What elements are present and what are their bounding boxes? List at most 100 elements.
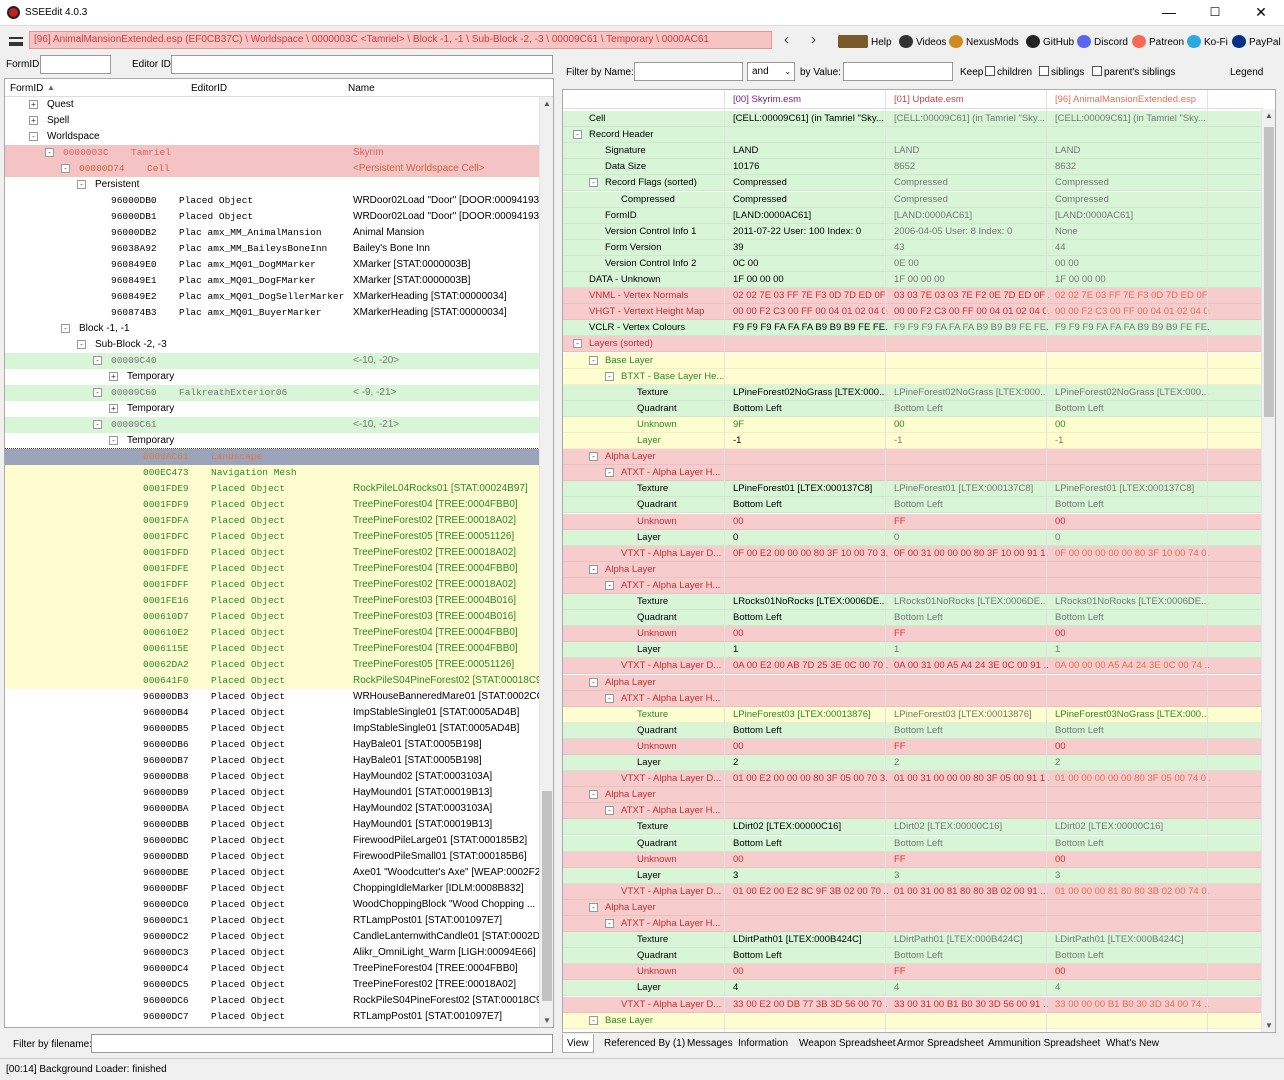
view-row[interactable]: Version Control Info 2 0C 00 0E 00 00 00 bbox=[563, 255, 1263, 272]
view-cell-2[interactable]: 0 bbox=[894, 530, 1049, 546]
view-row[interactable]: DATA - Unknown 1F 00 00 00 1F 00 00 00 1F 0… bbox=[563, 272, 1263, 288]
col-formid[interactable]: FormID bbox=[10, 83, 43, 94]
view-row[interactable]: - Base Layer bbox=[563, 1012, 1263, 1029]
view-cell-3[interactable]: Bottom Left bbox=[1055, 723, 1210, 739]
view-row[interactable]: VNML - Vertex Normals 02 02 7E 03 FF 7E F… bbox=[563, 288, 1263, 305]
view-cell-2[interactable]: Bottom Left bbox=[894, 401, 1049, 417]
view-cell-1[interactable]: 00 bbox=[733, 852, 888, 868]
view-row[interactable]: Layer 1 1 1 bbox=[563, 642, 1263, 659]
view-cell-2[interactable]: 00 bbox=[894, 417, 1049, 433]
view-cell-1[interactable]: Bottom Left bbox=[733, 836, 888, 852]
view-cell-3[interactable]: Compressed bbox=[1055, 175, 1210, 191]
view-cell-3[interactable]: LDirtPath01 [LTEX:000B424C] bbox=[1055, 932, 1210, 948]
view-cell-3[interactable]: LPineForest03NoGrass [LTEX:000... bbox=[1055, 707, 1210, 723]
view-cell-3[interactable]: 3 bbox=[1055, 868, 1210, 884]
collapse-icon[interactable]: - bbox=[45, 148, 54, 157]
view-cell-1[interactable]: 00 bbox=[733, 514, 888, 530]
view-cell-2[interactable]: Compressed bbox=[894, 175, 1049, 191]
view-cell-2[interactable]: LRocks01NoRocks [LTEX:0006DE... bbox=[894, 594, 1049, 610]
view-cell-1[interactable]: 02 02 7E 03 FF 7E F3 0D 7D ED 0F ... bbox=[733, 288, 888, 304]
view-cell-2[interactable]: Bottom Left bbox=[894, 836, 1049, 852]
tree-row[interactable]: 0006115E Placed Object TreePineForest04 [T… bbox=[5, 641, 541, 657]
tree-row[interactable]: 960849E2 Plac amx_MQ01_DogSellerMarker XMa… bbox=[5, 289, 541, 305]
maximize-button[interactable]: ☐ bbox=[1192, 0, 1238, 26]
tree-row[interactable]: - Persistent bbox=[5, 177, 541, 193]
view-cell-1[interactable]: Compressed bbox=[733, 175, 888, 191]
filter-name-input[interactable] bbox=[634, 62, 743, 81]
view-cell-2[interactable]: 0F 00 31 00 00 00 80 3F 10 00 91 1... bbox=[894, 546, 1049, 562]
view-row[interactable]: Compressed Compressed Compressed Compressed bbox=[563, 191, 1263, 208]
view-cell-2[interactable]: LAND bbox=[894, 143, 1049, 159]
view-cell-1[interactable]: LAND bbox=[733, 143, 888, 159]
view-cell-2[interactable]: 3 bbox=[894, 868, 1049, 884]
view-row[interactable]: Layer -1 -1 -1 bbox=[563, 433, 1263, 449]
collapse-icon[interactable]: - bbox=[589, 677, 598, 687]
collapse-icon[interactable]: - bbox=[589, 902, 598, 912]
tree-row[interactable]: 96000DBE Placed Object Axe01 "Woodcutter's… bbox=[5, 865, 549, 881]
tree-row[interactable]: -00009C61 <-10, -21> bbox=[5, 417, 541, 433]
tree-row[interactable]: 960874B3 Plac amx_MQ01_BuyerMarker XMarker… bbox=[5, 305, 541, 321]
tree-row[interactable]: 96000DBA Placed Object HayMound02 [STAT:00… bbox=[5, 801, 541, 817]
view-cell-3[interactable]: Bottom Left bbox=[1055, 401, 1210, 417]
toolbar-link-videos[interactable]: Videos bbox=[899, 35, 946, 48]
view-row[interactable]: - ATXT - Alpha Layer H... bbox=[563, 577, 1263, 594]
view-cell-1[interactable]: 9F bbox=[733, 417, 888, 433]
tree-row[interactable]: + Quest bbox=[5, 97, 541, 113]
view-row[interactable]: Texture LPineForest01 [LTEX:000137C8] LPin… bbox=[563, 481, 1263, 498]
collapse-icon[interactable]: - bbox=[573, 339, 582, 349]
filter-operator-select[interactable]: and ⌄ bbox=[747, 62, 795, 81]
tree-row[interactable]: 96000DBF Placed Object ChoppingIdleMarker … bbox=[5, 881, 541, 897]
view-row[interactable]: Unknown 00 FF 00 bbox=[563, 851, 1263, 868]
view-cell-2[interactable]: 33 00 31 00 B1 B0 30 3D 56 00 91 ... bbox=[894, 997, 1049, 1013]
expand-icon[interactable]: + bbox=[29, 116, 38, 125]
view-cell-1[interactable]: Bottom Left bbox=[733, 497, 888, 513]
view-cell-1[interactable]: LPineForest01 [LTEX:000137C8] bbox=[733, 481, 888, 497]
record-tree[interactable]: FormID ▲ EditorID Name + Quest + Spell - Worl… bbox=[4, 78, 554, 1028]
tree-row[interactable]: 96000DB3 Placed Object WRHouseBanneredMare… bbox=[5, 689, 552, 705]
view-cell-1[interactable]: Bottom Left bbox=[733, 401, 888, 417]
view-cell-2[interactable]: 2 bbox=[894, 755, 1049, 771]
view-cell-2[interactable]: F9 F9 F9 FA FA FA B9 B9 B9 FE FE... bbox=[894, 320, 1049, 336]
expand-icon[interactable]: + bbox=[109, 372, 118, 381]
view-cell-2[interactable]: Bottom Left bbox=[894, 723, 1049, 739]
view-cell-2[interactable]: 1F 00 00 00 bbox=[894, 272, 1049, 288]
view-cell-2[interactable]: 0A 00 31 00 A5 A4 24 3E 0C 00 91 ... bbox=[894, 658, 1049, 674]
view-row[interactable]: Signature LAND LAND LAND bbox=[563, 143, 1263, 160]
view-cell-1[interactable]: 01 00 E2 00 E2 8C 9F 3B 02 00 70 ... bbox=[733, 884, 888, 900]
view-cell-1[interactable]: 01 00 E2 00 00 00 80 3F 05 00 70 3... bbox=[733, 771, 888, 787]
view-row[interactable]: Texture LPineForest03 [LTEX:00013876] LPin… bbox=[563, 706, 1263, 723]
tree-row[interactable]: 000641F0 Placed Object RockPileS04PineFore… bbox=[5, 673, 551, 689]
minimize-button[interactable]: — bbox=[1146, 0, 1192, 26]
view-cell-1[interactable]: 0A 00 E2 00 AB 7D 25 3E 0C 00 70 ... bbox=[733, 658, 888, 674]
formid-input[interactable] bbox=[40, 55, 111, 74]
col-name[interactable]: Name bbox=[348, 83, 375, 94]
view-cell-2[interactable]: 43 bbox=[894, 240, 1049, 256]
view-row[interactable]: Texture LRocks01NoRocks [LTEX:0006DE... LR… bbox=[563, 594, 1263, 610]
view-cell-2[interactable]: 2006-04-05 User: 8 Index: 0 bbox=[894, 224, 1049, 240]
view-cell-3[interactable]: 44 bbox=[1055, 240, 1210, 256]
view-cell-1[interactable]: 10176 bbox=[733, 159, 888, 175]
view-cell-1[interactable]: F9 F9 F9 FA FA FA B9 B9 B9 FE FE... bbox=[733, 320, 888, 336]
view-cell-3[interactable]: 00 bbox=[1055, 739, 1210, 755]
view-row[interactable]: VCLR - Vertex Colours F9 F9 F9 FA FA FA B… bbox=[563, 320, 1263, 337]
view-cell-2[interactable]: Compressed bbox=[894, 192, 1049, 208]
toolbar-link-paypal[interactable]: PayPal bbox=[1232, 35, 1281, 48]
view-cell-1[interactable]: [CELL:00009C61] (in Tamriel "Sky... bbox=[733, 111, 888, 127]
view-cell-1[interactable]: Bottom Left bbox=[733, 723, 888, 739]
toolbar-link-help[interactable]: Help bbox=[838, 35, 892, 48]
tree-row[interactable]: 0001FDFE Placed Object TreePineForest04 [T… bbox=[5, 561, 541, 577]
tree-row[interactable]: 96000DB5 Placed Object ImpStableSingle01 [… bbox=[5, 721, 541, 737]
view-cell-1[interactable]: 00 bbox=[733, 964, 888, 980]
view-cell-1[interactable]: 1 bbox=[733, 642, 888, 658]
view-row[interactable]: Layer 0 0 0 bbox=[563, 529, 1263, 546]
collapse-icon[interactable]: - bbox=[605, 919, 614, 928]
view-row[interactable]: Unknown 00 FF 00 bbox=[563, 513, 1263, 530]
toolbar-link-patreon[interactable]: Patreon bbox=[1132, 35, 1184, 48]
view-cell-3[interactable]: 00 bbox=[1055, 626, 1210, 642]
keep-children-checkbox[interactable]: children bbox=[985, 66, 1032, 78]
tree-row[interactable]: 96000DC7 Placed Object RTLampPost01 [STAT:… bbox=[5, 1009, 541, 1025]
view-row[interactable]: Cell [CELL:00009C61] (in Tamriel "Sky... [… bbox=[563, 111, 1263, 127]
tree-row[interactable]: 0001FDF9 Placed Object TreePineForest04 [T… bbox=[5, 497, 541, 513]
tree-row[interactable]: 96000DB8 Placed Object HayMound02 [STAT:00… bbox=[5, 769, 541, 785]
tree-row[interactable]: 96038A92 Plac amx_MM_BaileysBoneInn Bailey… bbox=[5, 241, 541, 257]
